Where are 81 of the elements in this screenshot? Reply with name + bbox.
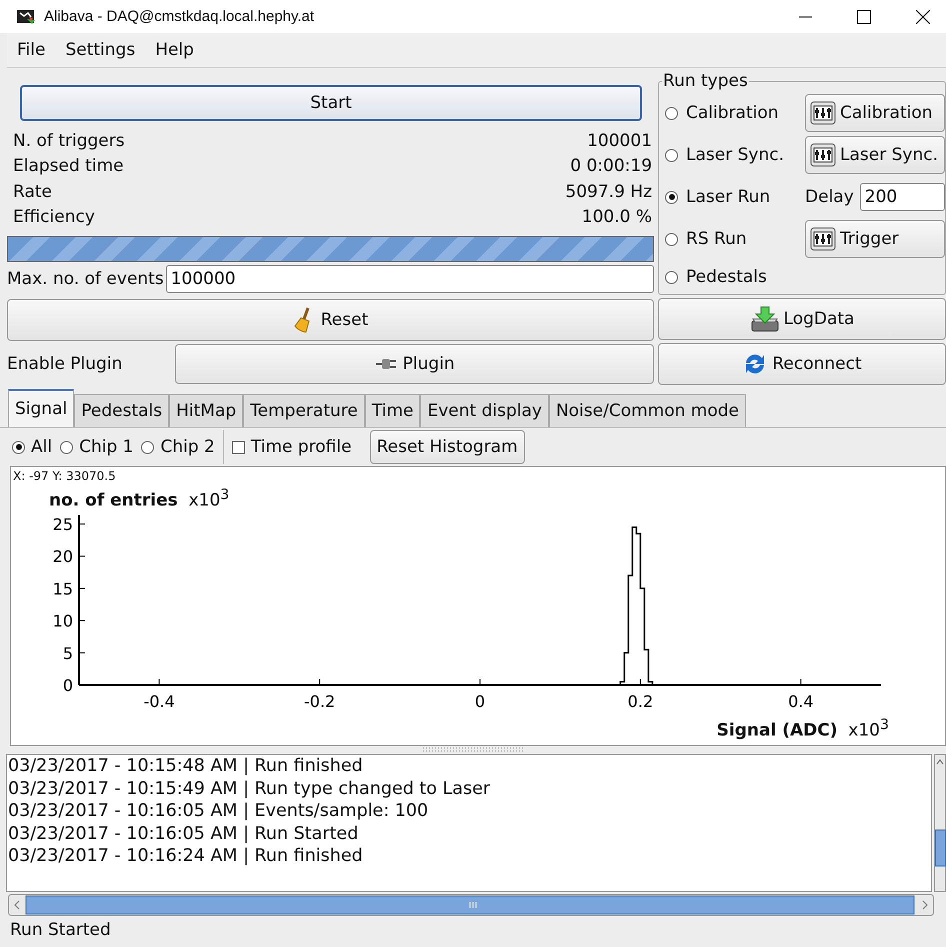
tab[interactable]: Temperature — [243, 394, 365, 427]
logdata-button[interactable]: LogData — [658, 298, 946, 340]
stat-label: N. of triggers — [13, 130, 125, 151]
status-text: Run Started — [9, 919, 112, 940]
checkbox[interactable] — [232, 440, 245, 454]
switches-icon — [810, 101, 836, 125]
run-type-button[interactable]: Laser Sync. — [805, 136, 945, 174]
tick-label: 10 — [52, 612, 73, 631]
tick-label: 15 — [52, 579, 73, 598]
radio-label: Chip 1 — [79, 437, 134, 457]
tick-label: -0.4 — [144, 692, 175, 711]
stat-label: Rate — [13, 182, 52, 202]
plug-icon — [374, 356, 399, 372]
log-line: 03/23/2017 - 10:15:49 AM | Run type changed to Laser — [8, 778, 492, 800]
radio-label: Laser Sync. — [686, 145, 784, 165]
window-title: Alibava - DAQ@cmstkdaq.local.hephy.at — [44, 8, 316, 25]
tick-label: 0 — [474, 692, 486, 711]
stat-value: 5097.9 Hz — [565, 182, 652, 202]
stat-label: Efficiency — [13, 207, 95, 228]
reset-histogram-button[interactable]: Reset Histogram — [370, 430, 525, 464]
stat-value: 0 0:00:19 — [570, 156, 652, 176]
radio-button[interactable] — [60, 440, 74, 454]
radio-button[interactable] — [665, 270, 678, 284]
field-label: Enable Plugin — [7, 354, 122, 374]
log-line: 03/23/2017 - 10:15:48 AM | Run finished — [8, 755, 364, 778]
delay-field[interactable]: 200 — [860, 183, 945, 211]
tick-label: -0.2 — [304, 692, 336, 711]
radio-button[interactable] — [12, 440, 25, 454]
tick-label: 25 — [52, 515, 73, 534]
app-icon — [16, 8, 36, 26]
radio-label: All — [31, 437, 52, 457]
radio-button[interactable] — [665, 232, 678, 246]
axis-title: no. of entries x10$^{3}$ — [49, 487, 230, 511]
tab[interactable]: Signal — [8, 389, 74, 427]
menu-item[interactable]: Help — [155, 40, 194, 60]
tab[interactable]: Event display — [420, 394, 549, 427]
log-line: 03/23/2017 - 10:16:05 AM | Run Started — [8, 822, 360, 845]
tick-label: 5 — [62, 644, 73, 663]
radio-button[interactable] — [141, 440, 154, 454]
radio-label: Pedestals — [686, 267, 767, 287]
close-icon — [916, 10, 930, 24]
stat-value: 100001 — [587, 130, 652, 151]
radio-label: RS Run — [686, 229, 747, 249]
tick-label: 0.2 — [628, 692, 654, 711]
tick-label: 20 — [52, 547, 73, 566]
radio-button[interactable] — [665, 148, 678, 162]
events-field[interactable]: 100000 — [166, 265, 654, 293]
switches-icon — [810, 143, 836, 167]
radio-label: Laser Run — [686, 187, 770, 207]
switches-icon — [810, 227, 836, 251]
run-type-button[interactable]: Trigger — [805, 220, 945, 258]
checkbox-label: Time profile — [250, 437, 352, 457]
tick-label: 0 — [62, 676, 73, 695]
reconnect-button[interactable]: Reconnect — [658, 343, 946, 385]
tab[interactable]: Time — [364, 394, 420, 427]
stat-label: Elapsed time — [13, 156, 124, 176]
maximize-icon — [857, 10, 871, 24]
plugin-button[interactable]: Plugin — [175, 344, 654, 384]
download-drive-icon — [750, 305, 780, 333]
radio-button[interactable] — [665, 190, 678, 204]
log-line: 03/23/2017 - 10:16:24 AM | Run finished — [8, 845, 364, 868]
reset-button[interactable]: Reset — [7, 299, 654, 341]
menu-item[interactable]: File — [17, 40, 46, 60]
radio-label: Calibration — [686, 103, 779, 123]
group-title: Run types — [662, 71, 749, 91]
menu-item[interactable]: Settings — [65, 40, 136, 60]
radio-label: Chip 2 — [160, 437, 215, 457]
stat-value: 100.0 % — [582, 207, 652, 228]
tick-label: 0.4 — [788, 692, 814, 711]
run-type-button[interactable]: Calibration — [805, 94, 945, 132]
field-label: Max. no. of events — [7, 269, 164, 289]
cursor-readout: X: -97 Y: 33070.5 — [12, 468, 117, 483]
tab[interactable]: Noise/Common mode — [548, 394, 746, 427]
start-button[interactable]: Start — [20, 85, 642, 121]
tab[interactable]: HitMap — [169, 394, 244, 427]
log-line: 03/23/2017 - 10:16:05 AM | Events/sample: 100 — [8, 800, 430, 822]
minimize-icon — [799, 16, 812, 18]
field-label: Delay — [805, 187, 854, 207]
axis-title: Signal (ADC) x10$^{3}$ — [716, 717, 889, 741]
tab[interactable]: Pedestals — [74, 394, 170, 427]
radio-button[interactable] — [665, 106, 678, 120]
